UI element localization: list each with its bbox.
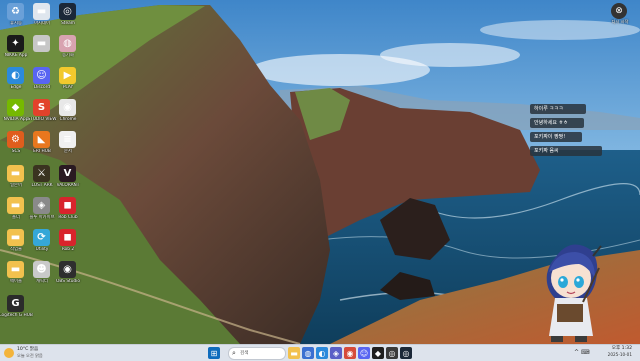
steam-icon: ◎ [59, 3, 76, 20]
app5-icon: ▬ [33, 35, 50, 52]
taskbar-clock[interactable]: 오후 1:32 2025-10-01 [604, 346, 632, 358]
taskbar: 10°C 맑음 오늘 오전 맑음 ⊞ ▬ ◍ ◐ ◈ ◉ ☺ ◆ ◎ ◎ ⌕ 검색 ^ ⌨ 오후 … [0, 344, 640, 361]
desktop-icon-label: Rob Club [58, 215, 78, 220]
sun-icon [4, 348, 14, 358]
desktop-icon-chrome[interactable]: ◉ Chrome [52, 99, 84, 135]
search-icon: ⌕ [232, 349, 236, 357]
chrome-icon: ◉ [59, 99, 76, 116]
desktop-icon-roblox[interactable]: ◼ Rob Club [52, 197, 84, 233]
taskbar-widgets-icon[interactable]: ◍ [302, 347, 314, 359]
taskbar-steam-icon[interactable]: ◎ [400, 347, 412, 359]
desktop-icon-label: Logitech G HUB [0, 313, 33, 318]
hub-icon: ◣ [33, 131, 50, 148]
clock-date: 2025-10-01 [607, 352, 632, 357]
desktop-icon-label: Chrome [59, 117, 77, 122]
chat-message: 안녕하세요 ㅎㅎ [530, 118, 584, 128]
taskbar-start-icon[interactable]: ⊞ [208, 347, 220, 359]
folder2-icon: ▬ [7, 197, 24, 214]
edge-icon: ◐ [7, 67, 24, 84]
folder3-icon: ▬ [7, 229, 24, 246]
discord-icon: ☺ [33, 67, 50, 84]
valorant-icon: V [59, 165, 76, 182]
desktop-icon-logi[interactable]: G Logitech G HUB [0, 295, 33, 331]
desktop-icon-valorant[interactable]: V VALORANT [52, 165, 84, 201]
playtime-icon: ▶ [59, 67, 76, 84]
chat-message: 포키짜 음씨 [530, 146, 602, 156]
taskbar-store-icon[interactable]: ◈ [330, 347, 342, 359]
desktop-icon-label: Steam [61, 21, 75, 26]
weather-widget[interactable]: 10°C 맑음 오늘 오전 맑음 [4, 347, 54, 359]
desktop-icon-doc[interactable]: ≡ 문서 [52, 131, 84, 167]
app23-icon: ⟳ [33, 229, 50, 246]
desktop-icon-app24[interactable]: ◼ Rob 2 [52, 229, 84, 265]
obs-icon: ◉ [59, 261, 76, 278]
doc-icon: ≡ [59, 131, 76, 148]
desktop-icon-label: OBS Studio [55, 279, 81, 284]
restart-icon[interactable]: ⊗ [611, 3, 627, 19]
app20-icon: ◈ [33, 197, 50, 214]
lostark-icon: ⚔ [33, 165, 50, 182]
app24-icon: ◼ [59, 229, 76, 246]
taskbar-files-icon[interactable]: ▬ [288, 347, 300, 359]
chat-message: 하이루 ㅋㅋㅋ [530, 104, 586, 114]
roblox-icon: ◼ [59, 197, 76, 214]
folder1-icon: ▬ [7, 165, 24, 182]
desktop-icon-playtime[interactable]: ▶ PLAY [52, 67, 84, 103]
system-tray[interactable]: ^ ⌨ [574, 347, 598, 359]
desktop-icon-label: 동기화 [62, 53, 74, 58]
desktop-icon-label: Rob 2 [61, 247, 75, 252]
restart-label: 다시 시작 [611, 19, 629, 24]
app6-icon: ◍ [59, 35, 76, 52]
app13-icon: ⚙ [7, 131, 24, 148]
recycle-icon: ♻ [7, 3, 24, 20]
app26-icon: ☻ [33, 261, 50, 278]
chat-message-text: 안녕하세요 ㅎㅎ [534, 120, 568, 126]
nikke-icon: ✦ [7, 35, 24, 52]
chat-message-text: 포키짜 음씨 [534, 148, 559, 154]
desktop-icon-label: 문서 [64, 149, 72, 154]
studio-icon: S [33, 99, 50, 116]
anime-character-sticker [546, 244, 602, 342]
logi-icon: G [7, 295, 24, 312]
desktop-icon-steam[interactable]: ◎ Steam [52, 3, 84, 39]
taskbar-chrome-icon[interactable]: ◉ [344, 347, 356, 359]
taskbar-discord-icon[interactable]: ☺ [358, 347, 370, 359]
app2-icon: ▬ [33, 3, 50, 20]
taskbar-search-box[interactable]: ⌕ 검색 [228, 347, 286, 360]
taskbar-app10-icon[interactable]: ◎ [386, 347, 398, 359]
desktop-icon-label: PLAY [62, 85, 74, 90]
nvidia-icon: ◆ [7, 99, 24, 116]
weather-detail: 오늘 오전 맑음 [17, 353, 43, 358]
chat-message-text: 하이루 ㅋㅋㅋ [534, 106, 564, 112]
folder4-icon: ▬ [7, 261, 24, 278]
taskbar-edge-icon[interactable]: ◐ [316, 347, 328, 359]
taskbar-app9-icon[interactable]: ◆ [372, 347, 384, 359]
chat-message: 포키짜이 짱짱! [530, 132, 582, 142]
search-placeholder: 검색 [240, 351, 249, 356]
desktop-icon-label: VALORANT [56, 183, 80, 188]
chat-message-text: 포키짜이 짱짱! [534, 134, 566, 140]
desktop-icon-app6[interactable]: ◍ 동기화 [52, 35, 84, 71]
desktop-icon-obs[interactable]: ◉ OBS Studio [52, 261, 84, 297]
